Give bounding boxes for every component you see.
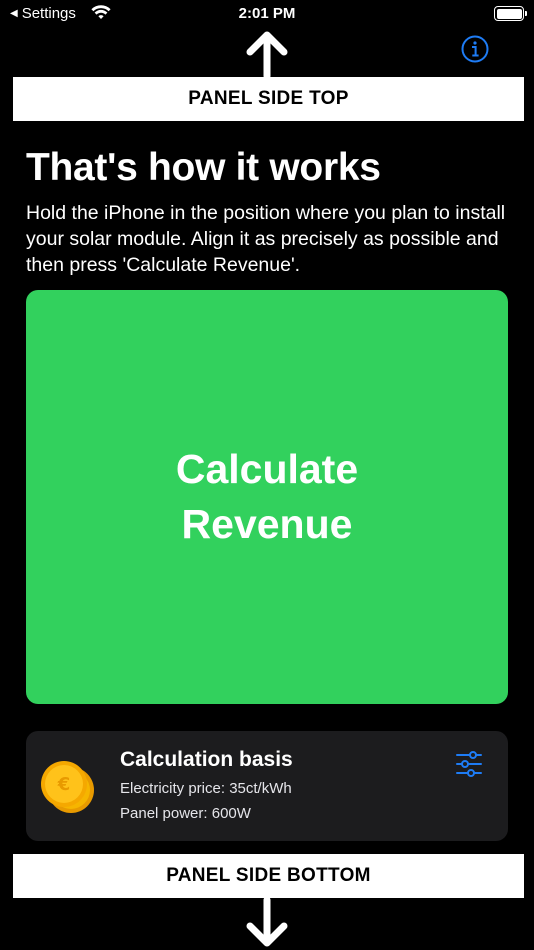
info-icon[interactable] <box>460 34 490 64</box>
page-description: Hold the iPhone in the position where yo… <box>26 202 506 276</box>
battery-icon <box>494 6 527 21</box>
status-bar: ◀ Settings 2:01 PM <box>0 0 534 30</box>
page-title: That's how it works <box>26 146 381 189</box>
calculation-basis-card[interactable]: € Calculation basis Electricity price: 3… <box>26 731 508 841</box>
sliders-icon[interactable] <box>454 749 484 779</box>
panel-side-bottom-banner: PANEL SIDE BOTTOM <box>13 854 524 898</box>
calculate-revenue-button[interactable]: Calculate Revenue <box>26 290 508 704</box>
arrow-down-icon <box>246 898 288 947</box>
calculate-revenue-label: Calculate Revenue <box>175 446 359 547</box>
euro-coin-icon: € <box>41 761 94 813</box>
svg-text:€: € <box>57 774 71 795</box>
arrow-up-icon <box>246 31 288 78</box>
panel-side-top-banner: PANEL SIDE TOP <box>13 77 524 121</box>
electricity-price: Electricity price: 35ct/kWh <box>120 780 292 797</box>
calculation-basis-title: Calculation basis <box>120 748 293 771</box>
status-time: 2:01 PM <box>238 5 296 22</box>
panel-power: Panel power: 600W <box>120 805 251 822</box>
